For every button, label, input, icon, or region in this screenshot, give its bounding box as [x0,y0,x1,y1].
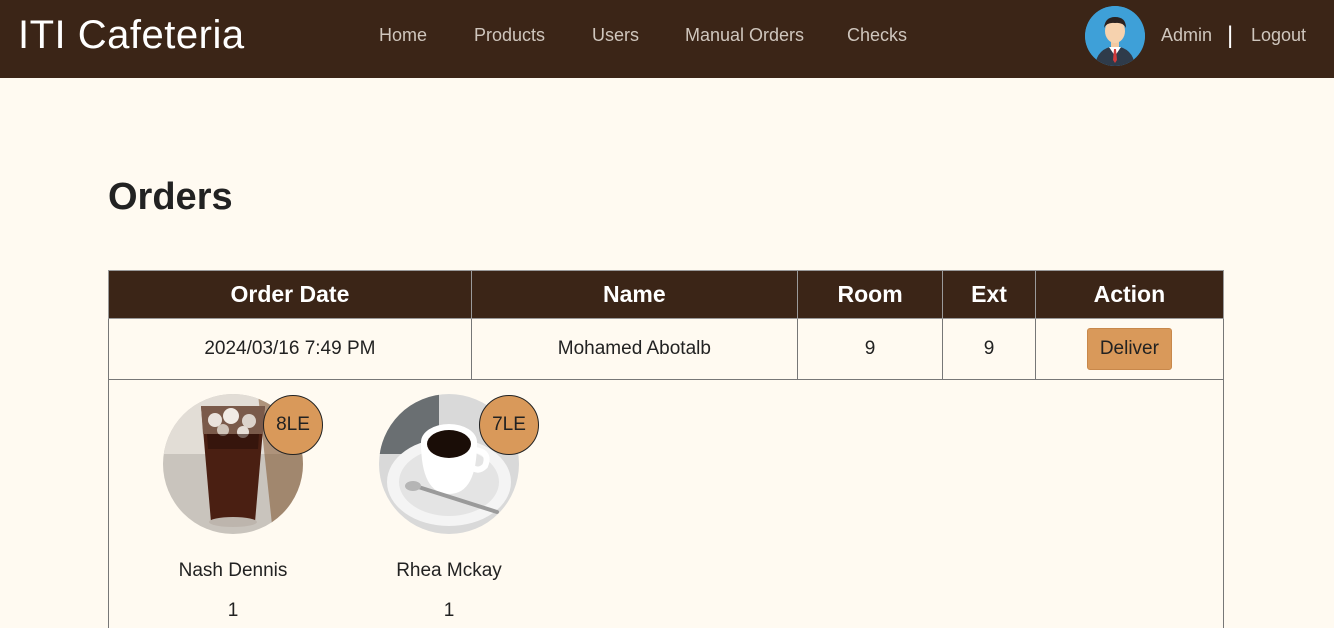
navbar: ITI Cafeteria Home Products Users Manual… [0,0,1334,78]
table-header-row: Order Date Name Room Ext Action [108,270,1225,319]
nav-link-home[interactable]: Home [379,25,427,46]
item-name: Nash Dennis [178,560,288,581]
header-ext: Ext [942,270,1036,319]
logout-link[interactable]: Logout [1251,25,1306,46]
price-badge: 8LE [263,395,323,455]
order-item: 7LE Rhea Mckay 1 [379,394,549,624]
item-quantity: 1 [443,600,455,621]
header-order-date: Order Date [108,270,472,319]
user-avatar-icon [1085,6,1145,66]
nav-link-checks[interactable]: Checks [847,25,907,46]
cell-ext: 9 [942,318,1036,380]
nav-link-manual-orders[interactable]: Manual Orders [685,25,804,46]
cell-action: Deliver [1034,318,1225,380]
price-badge: 7LE [479,395,539,455]
table-row[interactable]: 2024/03/16 7:49 PM Mohamed Abotalb 9 9 D… [108,318,1225,380]
order-item: 8LE Nash Dennis 1 [163,394,333,624]
header-name: Name [470,270,798,319]
nav-separator: | [1227,22,1234,49]
nav-link-users[interactable]: Users [592,25,639,46]
deliver-button[interactable]: Deliver [1086,328,1172,370]
admin-label[interactable]: Admin [1161,25,1212,46]
avatar[interactable] [1085,6,1145,66]
item-name: Rhea Mckay [396,560,502,581]
header-action: Action [1034,270,1225,319]
header-room: Room [796,270,944,319]
cell-order-date: 2024/03/16 7:49 PM [108,318,472,380]
nav-link-products[interactable]: Products [474,25,545,46]
orders-table: Order Date Name Room Ext Action 2024/03/… [108,270,1225,380]
cell-name: Mohamed Abotalb [470,318,798,380]
cell-room: 9 [796,318,944,380]
page-title: Orders [108,176,233,218]
item-quantity: 1 [227,600,239,621]
order-items-panel: 8LE Nash Dennis 1 7LE Rhea Mckay 1 [108,378,1224,628]
